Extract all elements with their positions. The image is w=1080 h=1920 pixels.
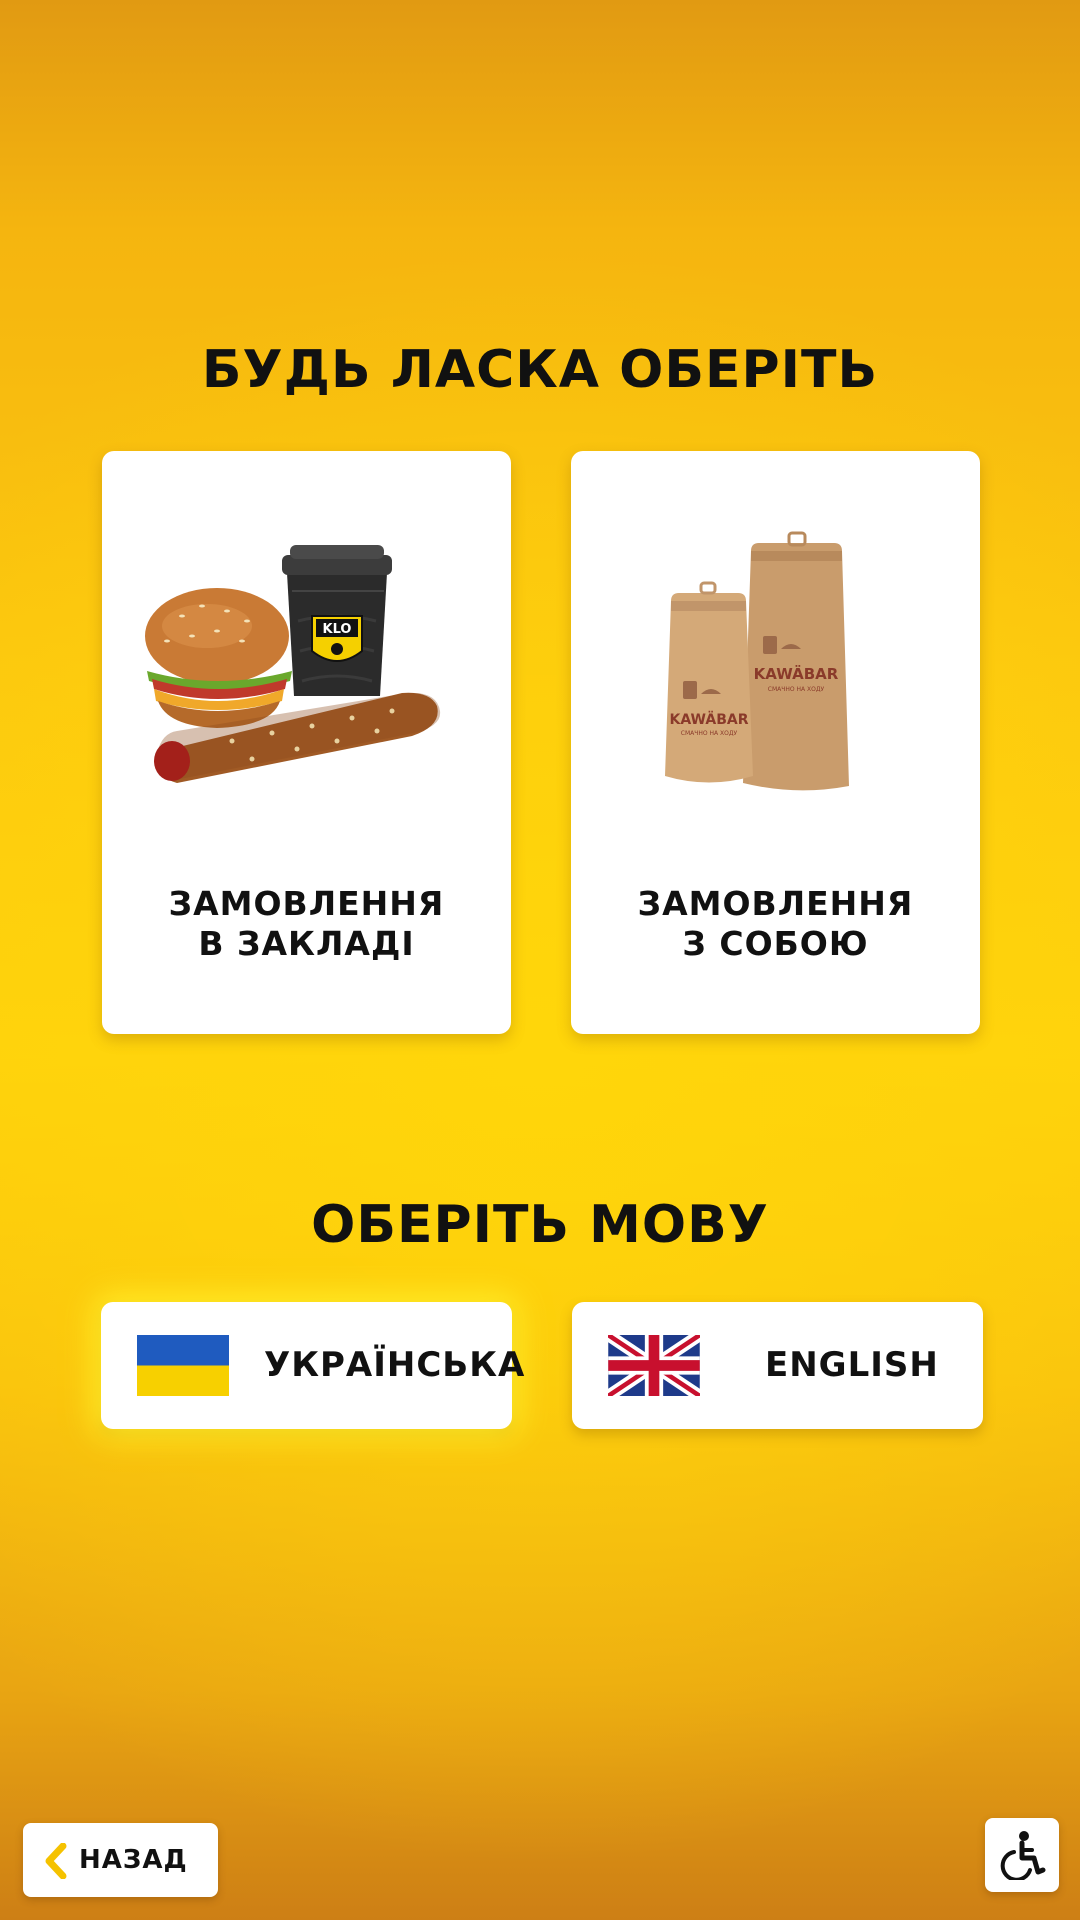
language-button-english[interactable]: ENGLISH	[572, 1302, 983, 1429]
takeaway-bags-image: KAWÄBAR СМАЧНО НА ХОДУ KAWÄBAR СМАЧНО НА…	[665, 531, 849, 791]
back-button[interactable]: НАЗАД	[23, 1823, 218, 1897]
burger-icon	[145, 588, 292, 728]
wheelchair-icon	[1000, 1831, 1046, 1880]
language-label-ukrainian: УКРАЇНСЬКА	[264, 1345, 526, 1385]
food-combo-image: KLO	[145, 545, 441, 783]
chevron-left-icon	[45, 1843, 67, 1879]
language-button-ukrainian[interactable]: УКРАЇНСЬКА	[101, 1302, 524, 1429]
uk-flag-icon	[608, 1335, 700, 1396]
takeaway-label: ЗАМОВЛЕННЯ З СОБОЮ	[637, 884, 914, 963]
ukraine-flag-icon	[137, 1335, 229, 1396]
svg-text:KAWÄBAR: KAWÄBAR	[670, 711, 749, 728]
svg-text:KLO: KLO	[323, 622, 352, 637]
paper-bag-icon: KAWÄBAR СМАЧНО НА ХОДУ	[743, 531, 849, 791]
page-title: БУДЬ ЛАСКА ОБЕРІТЬ	[201, 340, 879, 400]
language-label-english: ENGLISH	[765, 1345, 939, 1385]
paper-bag-icon: KAWÄBAR СМАЧНО НА ХОДУ	[665, 581, 753, 783]
language-section-title: ОБЕРІТЬ МОВУ	[311, 1195, 769, 1255]
dine-in-label: ЗАМОВЛЕННЯ В ЗАКЛАДІ	[168, 884, 445, 963]
dine-in-option-card[interactable]: KLO ЗАМОВЛЕННЯ В ЗАКЛАДІ	[102, 451, 511, 1034]
svg-text:СМАЧНО НА ХОДУ: СМАЧНО НА ХОДУ	[768, 686, 825, 693]
svg-text:СМАЧНО НА ХОДУ: СМАЧНО НА ХОДУ	[681, 730, 738, 737]
takeaway-option-card[interactable]: KAWÄBAR СМАЧНО НА ХОДУ KAWÄBAR СМАЧНО НА…	[571, 451, 980, 1034]
coffee-cup-icon: KLO	[282, 545, 392, 696]
accessibility-button[interactable]	[985, 1818, 1059, 1892]
back-label: НАЗАД	[79, 1845, 188, 1875]
svg-text:KAWÄBAR: KAWÄBAR	[754, 664, 839, 683]
